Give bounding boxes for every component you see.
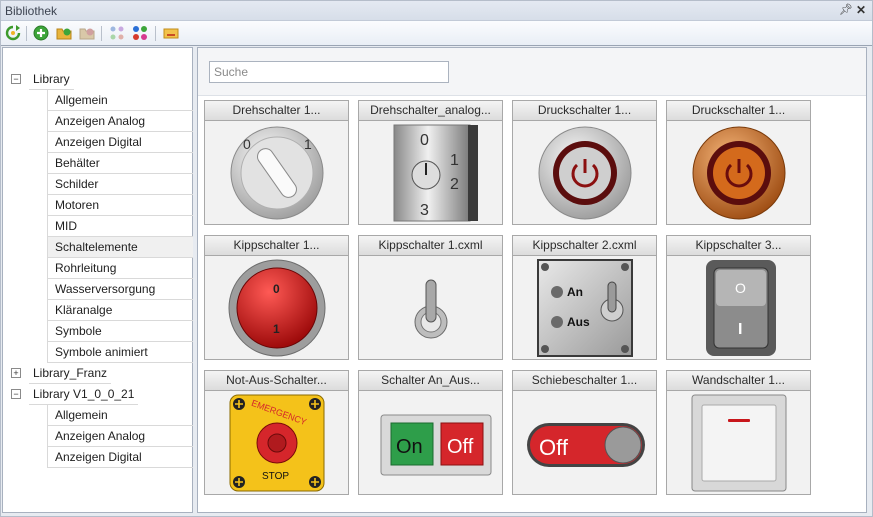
rotary-label-1: 1	[304, 136, 312, 152]
window-title: Bibliothek	[5, 4, 58, 18]
library-item-title: Kippschalter 2.cxml	[513, 236, 656, 256]
tree-child-node[interactable]: Anzeigen Digital	[47, 447, 193, 468]
library-item-tile[interactable]: Drehschalter 1... 0 1	[204, 100, 349, 225]
library-item-tile[interactable]: Kippschalter 3... O I	[666, 235, 811, 360]
library-item-tile[interactable]: Kippschalter 1.cxml	[358, 235, 503, 360]
library-item-title: Kippschalter 1.cxml	[359, 236, 502, 256]
library-item-title: Kippschalter 1...	[205, 236, 348, 256]
off-label: Off	[447, 436, 474, 458]
library-item-tile[interactable]: Drehschalter_analog... 0 1 2 3	[358, 100, 503, 225]
rotary-label-0: 0	[243, 136, 251, 152]
rotary-label-2: 2	[450, 176, 459, 193]
tree-child-node[interactable]: Symbole	[47, 321, 193, 342]
tree-root-label: Library	[29, 69, 74, 90]
library-item-tile[interactable]: Wandschalter 1...	[666, 370, 811, 495]
library-tree: − Library Allgemein Anzeigen Analog Anzeigen…	[2, 47, 193, 513]
library-item-title: Schiebeschalter 1...	[513, 371, 656, 391]
tree-child-node[interactable]: Anzeigen Digital	[47, 132, 193, 153]
panel-label-on: An	[567, 285, 583, 299]
tree-child-node[interactable]: Schilder	[47, 174, 193, 195]
library-item-title: Kippschalter 3...	[667, 236, 810, 256]
red-button-icon: 0 1	[205, 257, 348, 359]
tree-root-label: Library V1_0_0_21	[29, 384, 139, 405]
tree-child-node[interactable]: Wasserversorgung	[47, 279, 193, 300]
title-bar: Bibliothek 📌︎ ✕	[1, 1, 872, 21]
button-label-0: 0	[273, 282, 280, 296]
toggle-lever-icon	[359, 257, 502, 359]
rotary-analog-icon: 0 1 2 3	[359, 122, 502, 224]
library-item-tile[interactable]: Not-Aus-Schalter... EMERGENCY STOP	[204, 370, 349, 495]
tree-child-node[interactable]: Schaltelemente	[47, 237, 193, 258]
group-icon[interactable]	[109, 25, 125, 41]
pin-icon[interactable]: 📌︎	[839, 3, 853, 16]
slide-switch-icon: Off	[513, 392, 656, 494]
collapse-icon[interactable]: −	[11, 389, 21, 399]
items-panel: Drehschalter 1... 0 1Drehschalter_analog…	[197, 47, 867, 513]
expand-icon[interactable]: +	[11, 368, 21, 378]
search-input[interactable]	[209, 61, 449, 83]
open-folder-icon[interactable]	[56, 25, 72, 41]
library-item-title: Wandschalter 1...	[667, 371, 810, 391]
library-item-title: Schalter An_Aus...	[359, 371, 502, 391]
rotary-label-1: 1	[450, 152, 459, 169]
tree-child-node[interactable]: Allgemein	[47, 405, 193, 426]
slide-label-off: Off	[539, 435, 569, 460]
toolbar-separator	[101, 26, 102, 41]
tree-child-node[interactable]: Behälter	[47, 153, 193, 174]
panel-label-off: Aus	[567, 315, 590, 329]
library-item-title: Not-Aus-Schalter...	[205, 371, 348, 391]
library-item-title: Druckschalter 1...	[513, 101, 656, 121]
tree-child-node[interactable]: Symbole animiert	[47, 342, 193, 363]
rocker-label-on: I	[738, 321, 742, 338]
estop-label-stop: STOP	[262, 471, 289, 482]
rocker-icon: O I	[667, 257, 810, 359]
add-icon[interactable]	[33, 25, 49, 41]
library-item-tile[interactable]: Schalter An_Aus... On Off	[358, 370, 503, 495]
wall-switch-icon	[667, 392, 810, 494]
on-label: On	[396, 436, 423, 458]
search-bar	[198, 48, 866, 96]
tree-child-node[interactable]: Anzeigen Analog	[47, 426, 193, 447]
toolbar-separator	[155, 26, 156, 41]
tree-child-node[interactable]: Anzeigen Analog	[47, 111, 193, 132]
tree-child-node[interactable]: Kläranalge	[47, 300, 193, 321]
tree-child-node[interactable]: Motoren	[47, 195, 193, 216]
tree-child-node[interactable]: MID	[47, 216, 193, 237]
rotary-label-0: 0	[420, 132, 429, 149]
library-item-tile[interactable]: Druckschalter 1...	[512, 100, 657, 225]
toolbar-separator	[26, 26, 27, 41]
folder-disabled-icon[interactable]	[79, 25, 95, 41]
library-item-tile[interactable]: Kippschalter 2.cxml An Aus	[512, 235, 657, 360]
library-item-tile[interactable]: Schiebeschalter 1... Off	[512, 370, 657, 495]
collapse-icon[interactable]: −	[11, 74, 21, 84]
refresh-icon[interactable]	[5, 25, 21, 41]
push-orange-icon	[667, 122, 810, 224]
tree-root-label: Library_Franz	[29, 363, 112, 384]
rotary-key-icon: 0 1	[205, 122, 348, 224]
rename-icon[interactable]	[163, 25, 179, 41]
colors-icon[interactable]	[132, 25, 148, 41]
toolbar	[1, 21, 872, 46]
emergency-stop-icon: EMERGENCY STOP	[205, 392, 348, 494]
library-item-title: Drehschalter 1...	[205, 101, 348, 121]
button-label-1: 1	[273, 322, 280, 336]
library-item-tile[interactable]: Druckschalter 1...	[666, 100, 811, 225]
rotary-label-3: 3	[420, 202, 429, 219]
library-item-tile[interactable]: Kippschalter 1... 0 1	[204, 235, 349, 360]
on-off-icon: On Off	[359, 392, 502, 494]
library-window: Bibliothek 📌︎ ✕ − Library Allgemein Anzeige…	[0, 0, 873, 517]
library-item-title: Drehschalter_analog...	[359, 101, 502, 121]
rocker-label-off: O	[735, 280, 746, 296]
toggle-panel-icon: An Aus	[513, 257, 656, 359]
library-item-title: Druckschalter 1...	[667, 101, 810, 121]
tree-child-node[interactable]: Allgemein	[47, 90, 193, 111]
close-icon[interactable]: ✕	[856, 3, 866, 17]
tree-child-node[interactable]: Rohrleitung	[47, 258, 193, 279]
push-gray-icon	[513, 122, 656, 224]
